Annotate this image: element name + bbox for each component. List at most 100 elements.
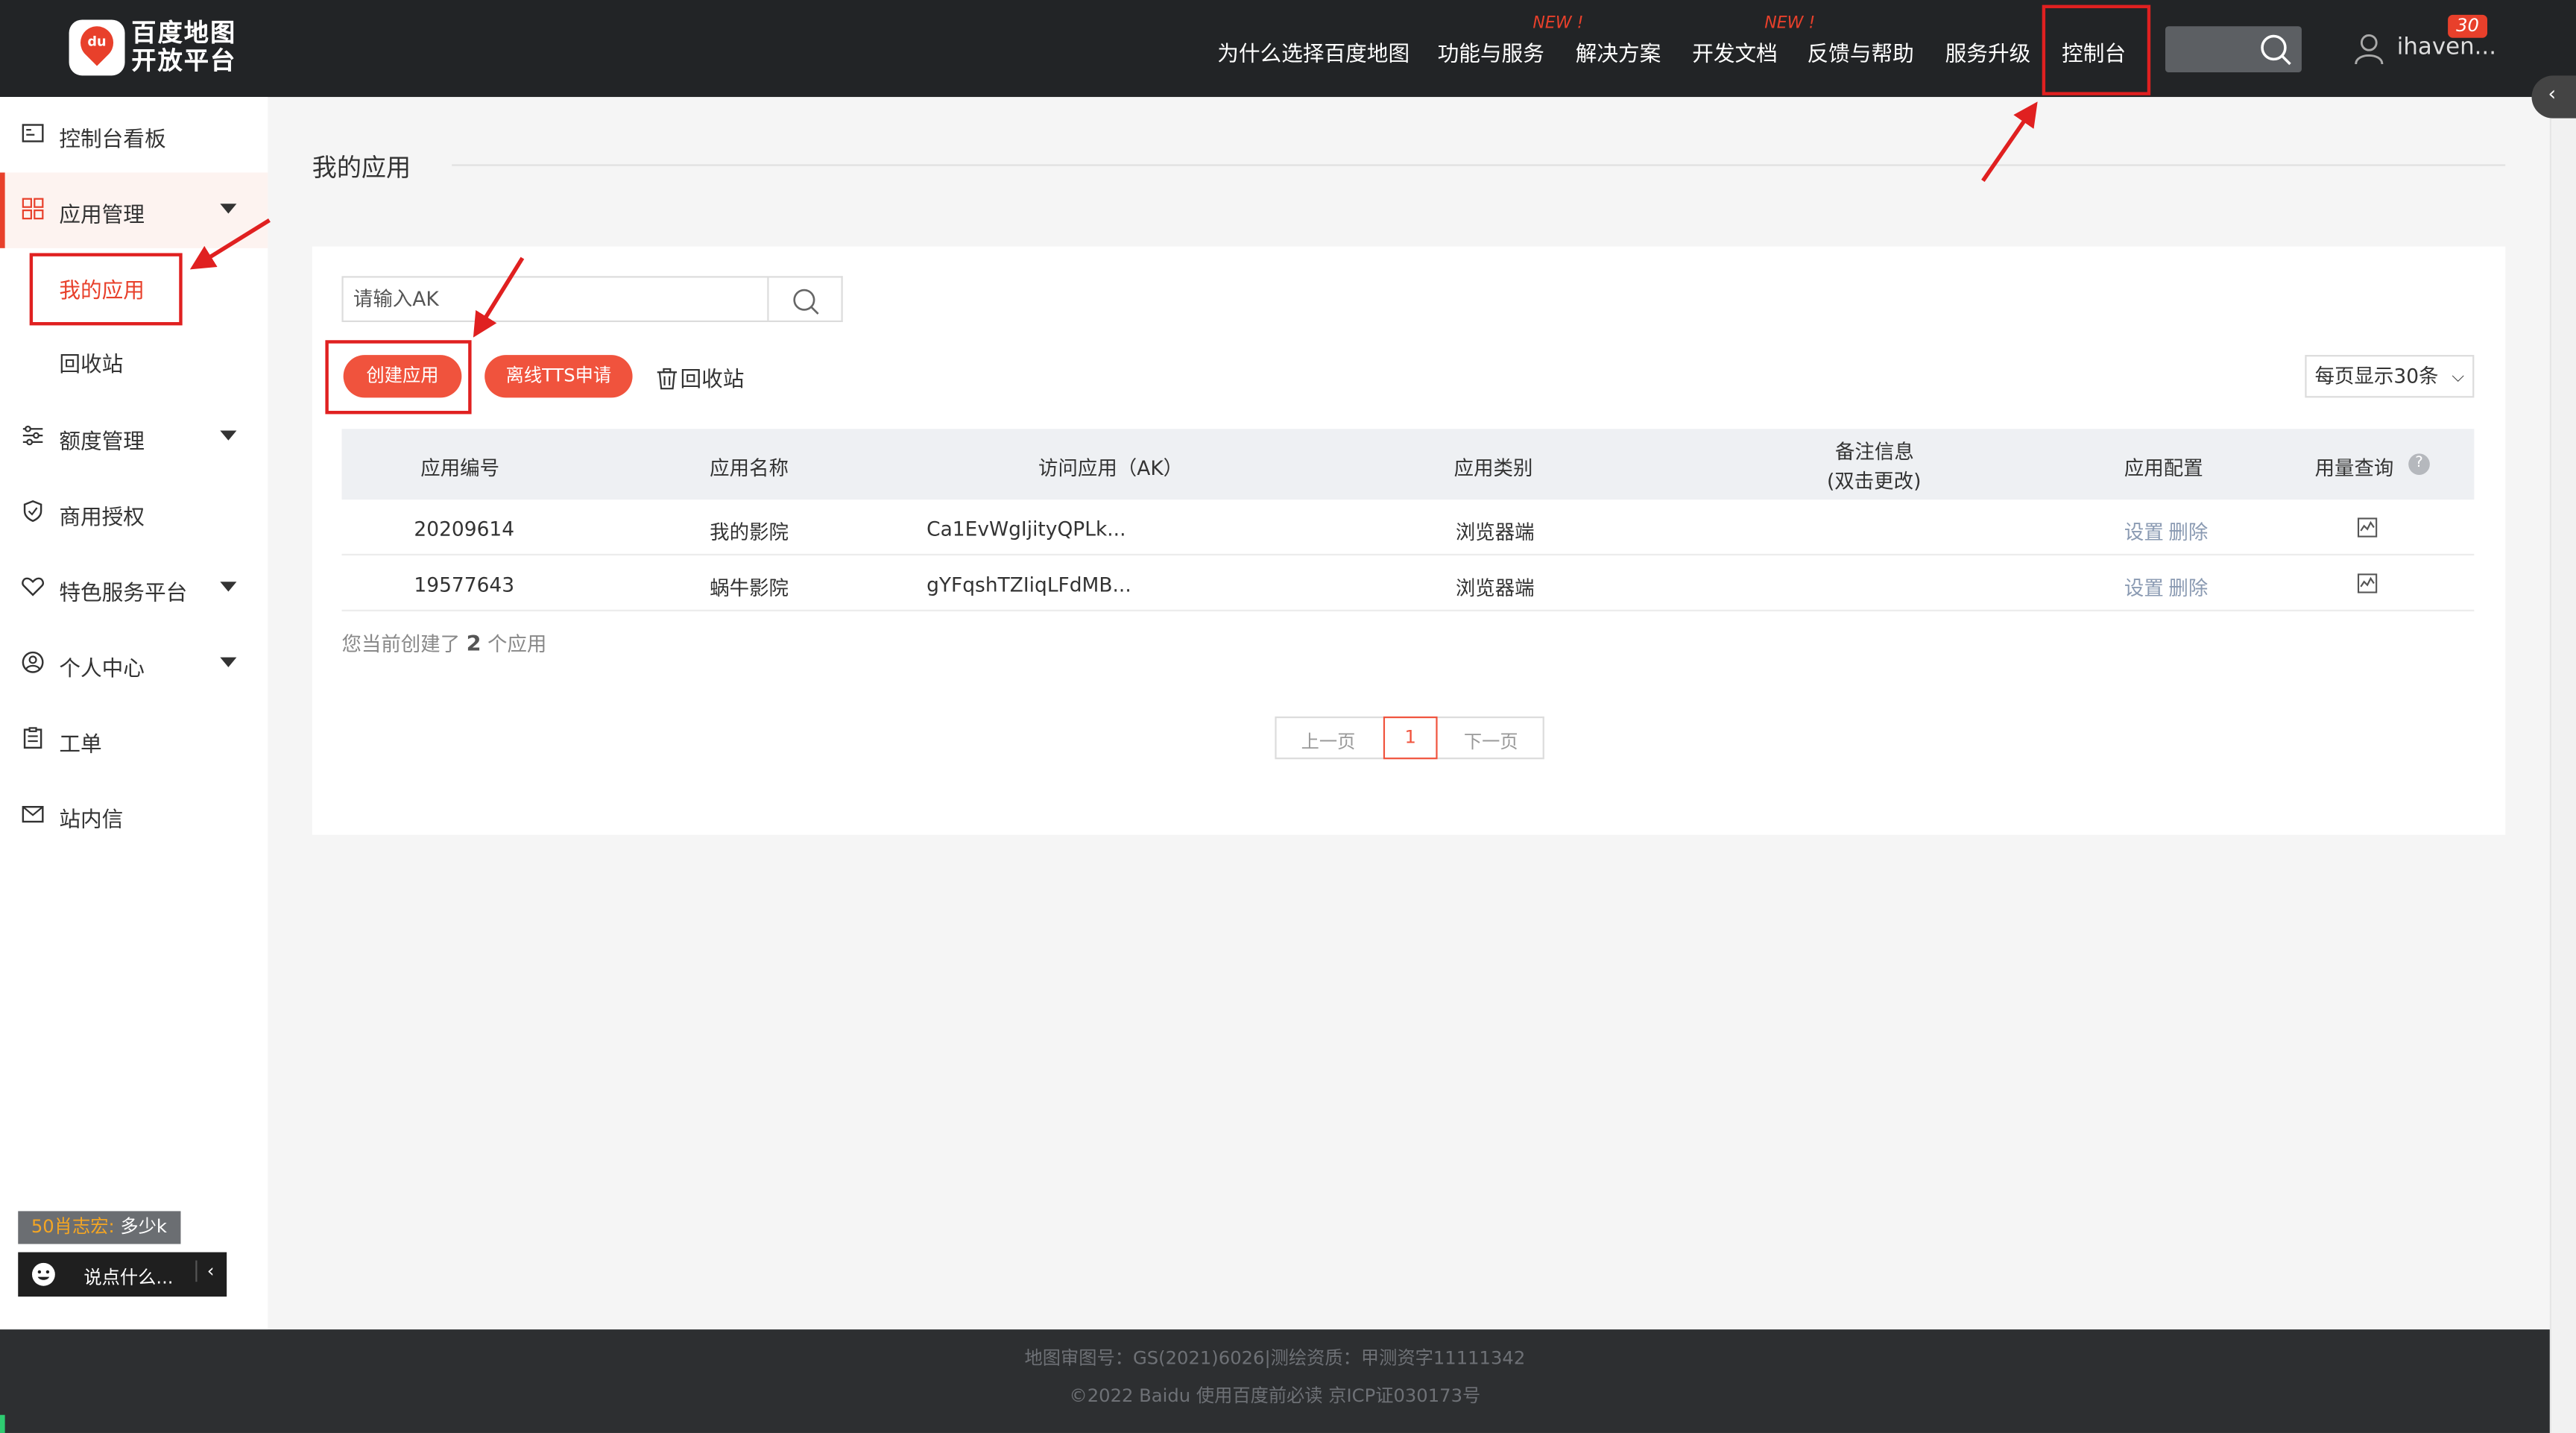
- my-apps-highlight-box: [29, 253, 183, 326]
- nav-new-badge-docs: NEW !: [1764, 14, 1816, 34]
- logo-mark: du: [69, 19, 125, 76]
- nav-dev-docs[interactable]: 开发文档: [1692, 36, 1778, 67]
- logo-mark-text: du: [87, 34, 107, 50]
- next-page-button[interactable]: 下一页: [1464, 728, 1518, 754]
- cell-app-type: 浏览器端: [1455, 520, 1535, 544]
- title-divider: [452, 164, 2506, 166]
- usage-chart-icon[interactable]: [2357, 517, 2378, 538]
- page-title: 我的应用: [312, 152, 411, 183]
- sidebar-item-label: 个人中心: [59, 657, 145, 682]
- logo-text: 百度地图 开放平台: [131, 19, 250, 75]
- page-size-select[interactable]: 每页显示30条 ⌵: [2305, 355, 2475, 398]
- settings-link[interactable]: 设置: [2124, 573, 2164, 601]
- sidebar-item-commercial-license[interactable]: 商用授权: [0, 475, 268, 550]
- sidebar-item-personal-center[interactable]: 个人中心: [0, 626, 268, 702]
- chat-input-bar[interactable]: 说点什么... ‹: [18, 1252, 227, 1297]
- cell-ak[interactable]: Ca1EvWgIjityQPLk...: [926, 517, 1126, 541]
- trash-icon: [657, 368, 678, 390]
- sidebar-sub-recycle-bin[interactable]: 回收站: [59, 347, 123, 378]
- table-header: 应用编号 应用名称 访问应用（AK） 应用类别 备注信息 (双击更改) 应用配置…: [341, 429, 2475, 500]
- top-search-box[interactable]: [2165, 26, 2302, 72]
- chevron-left-icon[interactable]: ‹: [195, 1260, 214, 1282]
- nav-feedback-help[interactable]: 反馈与帮助: [1808, 36, 1914, 67]
- top-navbar: du 百度地图 开放平台 为什么选择百度地图 NEW ! 功能与服务 解决方案 …: [0, 0, 2576, 98]
- usage-chart-icon[interactable]: [2357, 573, 2378, 593]
- col-note-hint: (双击更改): [1826, 470, 1922, 494]
- cell-app-id: 20209614: [414, 517, 515, 541]
- ak-search-button[interactable]: [768, 276, 843, 323]
- sidebar-item-label: 特色服务平台: [59, 582, 188, 607]
- cell-app-name: 蜗牛影院: [710, 576, 789, 600]
- sidebar-item-work-order[interactable]: 工单: [0, 702, 268, 777]
- promo-author: 50肖志宏:: [31, 1216, 115, 1238]
- col-app-id: 应用编号: [420, 456, 500, 480]
- caret-down-icon: [220, 582, 237, 592]
- offline-tts-button[interactable]: 离线TTS申请: [484, 355, 633, 398]
- sidebar-item-label: 工单: [59, 733, 102, 758]
- summary-suffix: 个应用: [487, 632, 547, 656]
- sliders-icon: [22, 425, 43, 446]
- app-count-summary: 您当前创建了 2 个应用: [341, 629, 547, 658]
- caret-down-icon: [220, 430, 237, 441]
- chat-input-placeholder[interactable]: 说点什么...: [83, 1264, 173, 1290]
- nav-service-upgrade[interactable]: 服务升级: [1945, 36, 2031, 67]
- sidebar-item-label: 应用管理: [59, 204, 145, 229]
- notification-badge[interactable]: 30: [2448, 14, 2488, 38]
- search-icon: [793, 289, 819, 315]
- col-note: 备注信息: [1834, 440, 1914, 464]
- sidebar-item-label: 额度管理: [59, 430, 145, 456]
- cell-ak[interactable]: gYFqshTZIiqLFdMB...: [926, 573, 1131, 596]
- chat-promo-message[interactable]: 50肖志宏: 多少k: [18, 1211, 180, 1244]
- recycle-bin-label: 回收站: [680, 368, 745, 393]
- page-1-button[interactable]: 1: [1383, 716, 1438, 760]
- sidebar-item-inbox[interactable]: 站内信: [0, 778, 268, 853]
- col-usage: 用量查询: [2314, 456, 2394, 480]
- sidebar-item-featured-services[interactable]: 特色服务平台: [0, 550, 268, 626]
- baidu-map-logo[interactable]: du 百度地图 开放平台: [69, 19, 247, 78]
- table-row: 19577643 蜗牛影院 gYFqshTZIiqLFdMB... 浏览器端 设…: [341, 557, 2475, 611]
- page-scrollbar[interactable]: [2549, 118, 2576, 1433]
- prev-page-button[interactable]: 上一页: [1301, 728, 1356, 754]
- nav-features-services[interactable]: 功能与服务: [1438, 36, 1544, 67]
- delete-link[interactable]: 删除: [2168, 517, 2208, 545]
- chevron-left-icon: ‹: [2548, 82, 2557, 106]
- sidebar: 控制台看板 应用管理 我的应用 回收站 额度管理 商用授权 特色服务平台 个人中…: [0, 97, 268, 1330]
- user-name[interactable]: ihaven...: [2397, 34, 2496, 60]
- footer-line-1: 地图审图号：GS(2021)6026|测绘资质：甲测资字11111342: [1024, 1347, 1526, 1370]
- status-indicator: [0, 1414, 5, 1433]
- chevron-down-icon: ⌵: [2452, 368, 2465, 386]
- recycle-bin-link[interactable]: 回收站: [657, 362, 745, 393]
- user-icon: [2355, 34, 2384, 65]
- cell-app-type: 浏览器端: [1455, 576, 1535, 600]
- sidebar-item-dashboard[interactable]: 控制台看板: [0, 97, 268, 172]
- sidebar-item-label: 商用授权: [59, 506, 145, 531]
- table-row: 20209614 我的影院 Ca1EvWgIjityQPLk... 浏览器端 设…: [341, 501, 2475, 555]
- pagination: 上一页 1 下一页: [1275, 716, 1544, 760]
- col-app-type: 应用类别: [1453, 456, 1533, 480]
- help-icon[interactable]: ?: [2408, 453, 2430, 475]
- summary-count: 2: [466, 632, 482, 658]
- sidebar-item-label: 控制台看板: [59, 127, 166, 153]
- footer-line-2: ©2022 Baidu 使用百度前必读 京ICP证030173号: [1069, 1385, 1481, 1407]
- caret-down-icon: [220, 204, 237, 214]
- page: du 百度地图 开放平台 为什么选择百度地图 NEW ! 功能与服务 解决方案 …: [0, 0, 2576, 1433]
- nav-new-badge-features: NEW !: [1532, 14, 1584, 34]
- side-collapse-tab[interactable]: ‹: [2531, 75, 2576, 119]
- sidebar-item-quota[interactable]: 额度管理: [0, 400, 268, 475]
- sidebar-item-app-management[interactable]: 应用管理: [0, 172, 268, 248]
- cell-app-name: 我的影院: [710, 520, 789, 544]
- search-icon[interactable]: [2259, 33, 2292, 66]
- logo-line-1: 百度地图: [131, 18, 237, 48]
- cell-app-id: 19577643: [414, 573, 515, 597]
- nav-why-baidu[interactable]: 为什么选择百度地图: [1217, 36, 1409, 67]
- delete-link[interactable]: 删除: [2168, 573, 2208, 601]
- ak-search-input[interactable]: [341, 276, 769, 323]
- nav-solutions[interactable]: 解决方案: [1576, 36, 1661, 67]
- promo-text: 多少k: [120, 1216, 167, 1238]
- sidebar-item-label: 站内信: [59, 808, 124, 834]
- page-size-value: 每页显示30条: [2314, 365, 2439, 388]
- settings-link[interactable]: 设置: [2124, 517, 2164, 545]
- heart-icon: [22, 577, 44, 596]
- footer: 地图审图号：GS(2021)6026|测绘资质：甲测资字11111342 ©20…: [0, 1329, 2550, 1433]
- user-circle-icon: [22, 651, 44, 673]
